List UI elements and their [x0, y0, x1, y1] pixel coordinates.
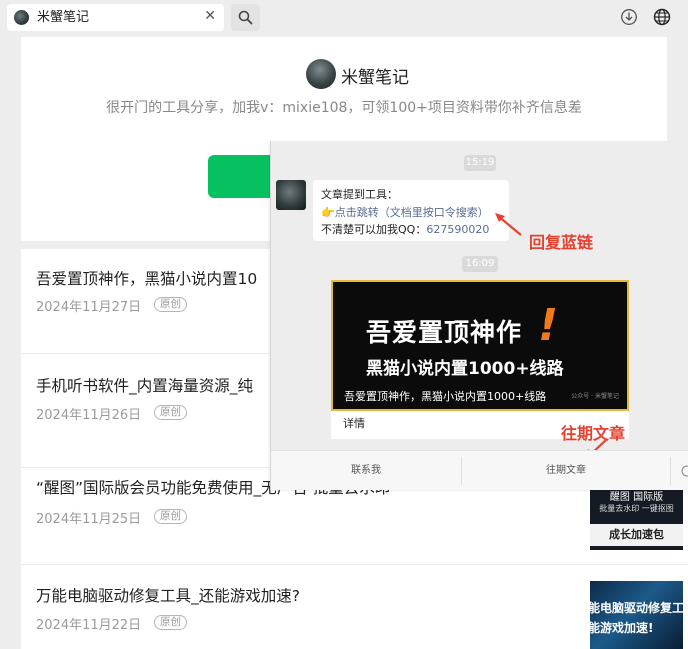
article-title[interactable]: 吾爱置顶神作，黑猫小说内置10 [36, 267, 257, 289]
jump-link[interactable]: 👉点击跳转（文档里按口令搜索） [321, 204, 489, 220]
cover-subtitle: 黑猫小说内置1000+线路 [366, 359, 564, 379]
browser-toolbar: 米蟹笔记 ✕ [0, 0, 688, 37]
article-thumbnail[interactable]: 能电脑驱动修复工 能游戏加速! [590, 581, 683, 649]
menu-past-articles[interactable]: 往期文章 [462, 451, 670, 490]
tab-close-icon[interactable]: ✕ [204, 8, 216, 25]
article-title[interactable]: 万能电脑驱动修复工具_还能游戏加速? [36, 584, 300, 606]
bubble-text: 文章提到工具： [321, 188, 398, 201]
account-name: 米蟹笔记 [341, 68, 409, 88]
qq-label: 不清楚可以加我QQ： [321, 223, 427, 236]
search-button[interactable] [231, 4, 260, 31]
article-card[interactable]: 吾爱置顶神作 ! 黑猫小说内置1000+线路 吾爱置顶神作，黑猫小说内置1000… [331, 280, 629, 439]
thumbnail-text: 批量去水印 一键抠图 [599, 504, 674, 513]
chat-screenshot: 15:19 文章提到工具： 👉点击跳转（文档里按口令搜索） 不清楚可以加我QQ：… [270, 141, 688, 490]
download-icon[interactable] [620, 8, 638, 26]
article-cover: 吾爱置顶神作 ! 黑猫小说内置1000+线路 吾爱置顶神作，黑猫小说内置1000… [331, 280, 629, 411]
account-description: 很开门的工具分享，加我v：mixie108，可领100+项目资料带你补齐信息差 [106, 100, 582, 116]
original-badge: 原创 [154, 297, 187, 312]
avatar [276, 180, 306, 210]
arrow-icon [495, 213, 522, 236]
article-date: 2024年11月22日 [36, 618, 142, 633]
detail-link[interactable]: 详情 [343, 415, 365, 431]
browser-tab[interactable]: 米蟹笔记 ✕ [7, 4, 224, 31]
bubble-text: 不清楚可以加我QQ：627590020 [321, 221, 489, 237]
avatar[interactable] [306, 59, 336, 89]
timestamp: 16:09 [462, 256, 498, 272]
article-date: 2024年11月26日 [36, 408, 142, 423]
cover-exclaim: ! [538, 300, 559, 351]
original-badge: 原创 [154, 405, 187, 420]
thumbnail-text: 能游戏加速! [590, 621, 654, 635]
article-date: 2024年11月25日 [36, 512, 142, 527]
tab-favicon [14, 10, 29, 25]
chat-bottom-menu: 联系我 往期文章 [271, 450, 688, 490]
tab-title: 米蟹笔记 [37, 10, 90, 25]
qq-number: 627590020 [426, 223, 490, 236]
search-icon [238, 10, 253, 25]
cover-source: 公众号 · 米蟹笔记 [571, 393, 619, 400]
list-item[interactable]: 万能电脑驱动修复工具_还能游戏加速? 2024年11月22日 原创 能电脑驱动修… [21, 565, 688, 649]
annotation-reply-link: 回复蓝链 [529, 233, 594, 252]
cover-caption: 吾爱置顶神作，黑猫小说内置1000+线路 [344, 390, 547, 403]
menu-contact-me[interactable]: 联系我 [271, 451, 461, 490]
timestamp: 15:19 [464, 155, 496, 171]
article-date: 2024年11月27日 [36, 300, 142, 315]
original-badge: 原创 [154, 615, 187, 630]
menu-more-icon[interactable] [681, 465, 688, 477]
globe-icon[interactable] [653, 8, 671, 26]
cover-title: 吾爱置顶神作 [366, 318, 523, 347]
thumbnail-text: 能电脑驱动修复工 [590, 601, 683, 615]
original-badge: 原创 [154, 509, 187, 524]
thumbnail-text: 醒图 国际版 [609, 492, 664, 503]
reply-bubble: 文章提到工具： 👉点击跳转（文档里按口令搜索） 不清楚可以加我QQ：627590… [313, 180, 509, 241]
thumbnail-label: 成长加速包 [590, 524, 683, 546]
article-title[interactable]: 手机听书软件_内置海量资源_纯 [36, 374, 253, 396]
divider [670, 457, 671, 485]
